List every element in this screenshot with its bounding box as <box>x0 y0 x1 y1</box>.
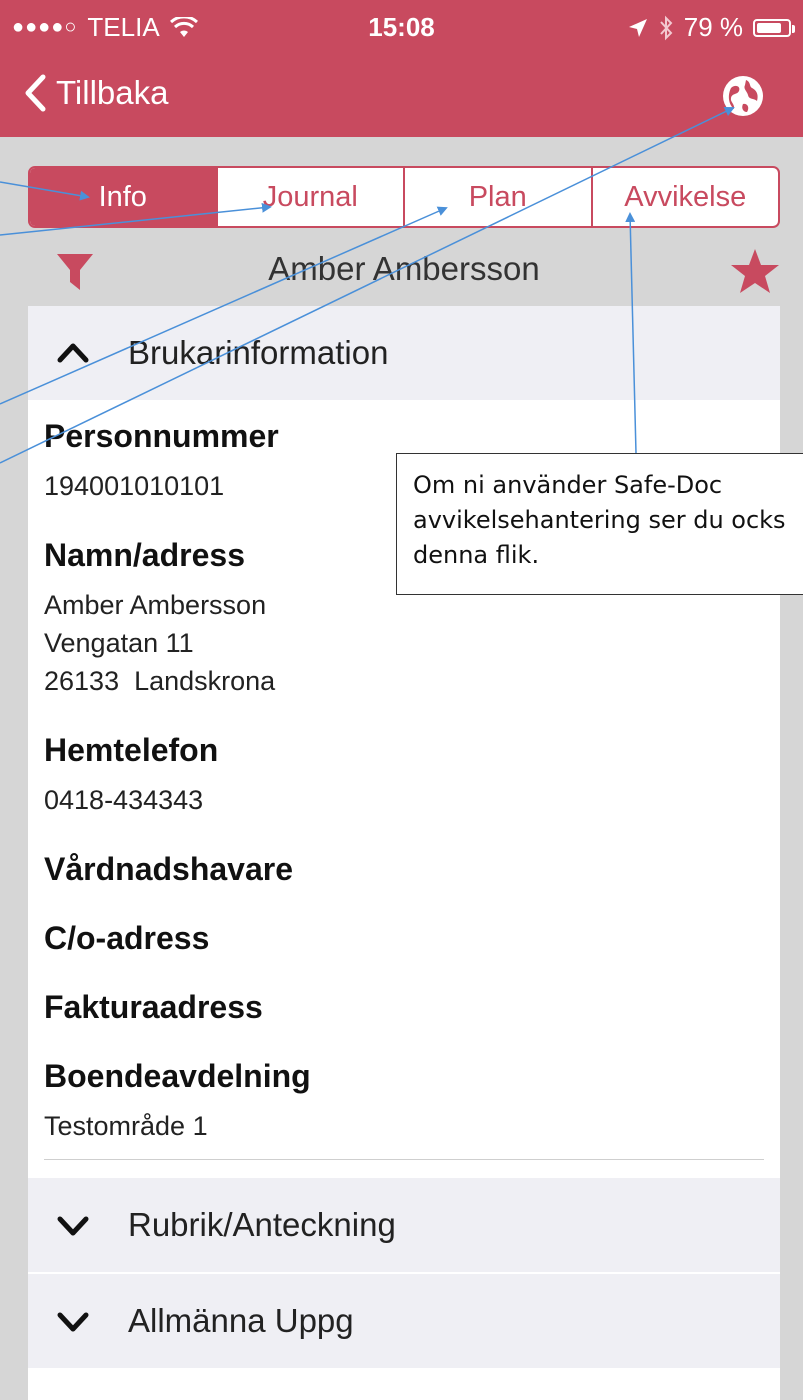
tab-info[interactable]: Info <box>30 168 216 226</box>
globe-icon[interactable] <box>721 74 765 118</box>
app-header: ●●●●○ TELIA 15:08 79 % Tillbaka <box>0 0 803 137</box>
chevron-down-icon <box>57 1312 89 1332</box>
status-bar: ●●●●○ TELIA 15:08 79 % <box>0 0 803 56</box>
field-hemtelefon: Hemtelefon 0418-434343 <box>44 732 764 819</box>
person-name: Amber Ambersson <box>268 250 540 287</box>
chevron-left-icon <box>25 74 46 112</box>
field-co-adress: C/o-adress <box>44 920 764 957</box>
address-line: Vengatan 11 <box>44 628 194 658</box>
battery-percent: 79 % <box>683 12 743 42</box>
tab-avvikelse[interactable]: Avvikelse <box>590 168 779 226</box>
field-hemtelefon-label: Hemtelefon <box>44 732 219 768</box>
back-button[interactable]: Tillbaka <box>24 74 169 112</box>
annotation-callout: Om ni använder Safe-Doc avvikelsehanteri… <box>396 453 803 595</box>
section-brukarinformation-label: Brukarinformation <box>128 334 389 371</box>
tab-journal-label: Journal <box>262 180 358 213</box>
field-co-adress-label: C/o-adress <box>44 920 210 956</box>
battery-level-fill <box>757 22 781 33</box>
field-boendeavdelning: Boendeavdelning Testområde 1 <box>44 1058 764 1145</box>
app-screen: ●●●●○ TELIA 15:08 79 % Tillbaka Info Jou… <box>0 0 803 1400</box>
divider <box>44 1159 764 1160</box>
chevron-up-icon <box>57 343 89 363</box>
section-allmanna-uppg-label: Allmänna Uppg <box>128 1302 354 1339</box>
tab-plan[interactable]: Plan <box>403 168 591 226</box>
segmented-tabs: Info Journal Plan Avvikelse <box>28 166 780 228</box>
address-line: 26133 Landskrona <box>44 666 276 696</box>
field-boendeavdelning-value: Testområde 1 <box>44 1111 208 1141</box>
tab-plan-label: Plan <box>468 180 527 213</box>
callout-line: avvikelsehantering ser du ocks <box>413 506 786 534</box>
field-vardnadshavare: Vårdnadshavare <box>44 851 764 888</box>
field-fakturaadress: Fakturaadress <box>44 989 764 1026</box>
back-label: Tillbaka <box>56 74 169 111</box>
field-hemtelefon-value: 0418-434343 <box>44 785 204 815</box>
section-allmanna-uppg[interactable]: Allmänna Uppg <box>28 1274 780 1368</box>
star-icon[interactable] <box>730 248 780 294</box>
person-header: Amber Ambersson <box>28 236 780 306</box>
field-personnummer-label: Personnummer <box>44 418 279 454</box>
field-fakturaadress-label: Fakturaadress <box>44 989 263 1025</box>
tab-journal[interactable]: Journal <box>215 168 404 226</box>
nav-bar: Tillbaka <box>0 56 803 137</box>
field-boendeavdelning-label: Boendeavdelning <box>44 1058 311 1094</box>
section-rubrik-anteckning-label: Rubrik/Anteckning <box>128 1206 396 1243</box>
location-arrow-icon <box>628 18 647 37</box>
section-brukarinformation[interactable]: Brukarinformation <box>28 306 780 400</box>
chevron-down-icon <box>57 1216 89 1236</box>
field-namn-adress-value: Amber Ambersson Vengatan 11 26133 Landsk… <box>44 586 764 700</box>
battery-icon <box>753 18 795 37</box>
status-right: 79 % <box>628 12 795 43</box>
callout-line: Om ni använder Safe-Doc <box>413 471 723 499</box>
bluetooth-icon <box>659 15 673 40</box>
tab-avvikelse-label: Avvikelse <box>624 180 747 213</box>
field-vardnadshavare-label: Vårdnadshavare <box>44 851 294 887</box>
callout-line: denna flik. <box>413 541 540 569</box>
tab-info-label: Info <box>98 180 147 213</box>
section-rubrik-anteckning[interactable]: Rubrik/Anteckning <box>28 1178 780 1272</box>
